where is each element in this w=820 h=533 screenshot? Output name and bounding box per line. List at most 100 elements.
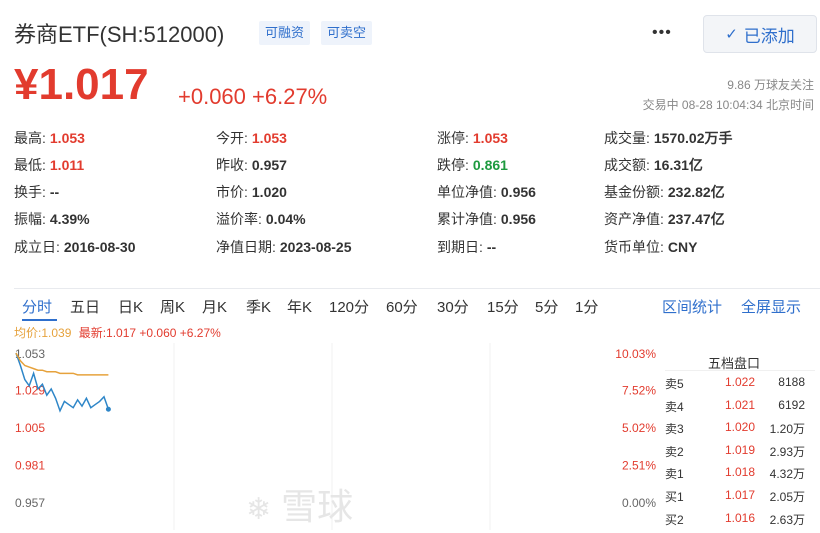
followers-count: 9.86 万球友关注 <box>727 78 814 92</box>
shortable-tag: 可卖空 <box>321 21 373 45</box>
order-book-row: 卖3 1.020 1.20万 <box>665 420 815 442</box>
active-tab-underline <box>22 319 57 321</box>
tab-item[interactable]: 30分 <box>437 296 469 317</box>
stat-value: 2016-08-30 <box>63 239 136 255</box>
order-book-row: 卖2 1.019 2.93万 <box>665 443 815 465</box>
added-watchlist-button[interactable]: ✓ 已添加 <box>703 15 817 53</box>
y-pct-tick-label: 7.52% <box>622 384 656 398</box>
order-book-row: 卖1 1.018 4.32万 <box>665 465 815 487</box>
stat-item: 涨停: 1.053 <box>437 128 508 148</box>
order-book-row: 卖5 1.022 8188 <box>665 375 815 397</box>
y-pct-tick-label: 5.02% <box>622 421 656 435</box>
tab-item[interactable]: 月K <box>202 296 227 317</box>
stat-item: 换手: -- <box>14 182 59 202</box>
stat-item: 累计净值: 0.956 <box>437 209 536 229</box>
tab-item[interactable]: 5分 <box>535 296 558 317</box>
added-label: 已添加 <box>743 26 795 46</box>
order-price: 1.020 <box>724 420 755 435</box>
tab-item[interactable]: 1分 <box>575 296 598 317</box>
order-level: 卖4 <box>665 399 684 414</box>
order-volume: 8188 <box>778 375 805 389</box>
stat-value: -- <box>49 184 60 200</box>
stat-value: 4.39% <box>49 211 90 227</box>
current-price: ¥1.017 <box>14 60 149 109</box>
latest-price-label: 最新:1.017 +0.060 +6.27% <box>78 326 221 340</box>
stat-item: 单位净值: 0.956 <box>437 182 536 202</box>
stat-label: 溢价率: <box>216 211 262 227</box>
order-price: 1.017 <box>724 488 755 502</box>
stat-label: 涨停: <box>437 130 469 146</box>
range-stats-link[interactable]: 区间统计 <box>662 296 722 317</box>
stat-value: 1.053 <box>49 130 85 146</box>
order-level: 卖5 <box>665 377 684 391</box>
check-icon: ✓ <box>725 26 738 43</box>
stat-value: 1.020 <box>251 184 287 200</box>
order-volume: 1.20万 <box>769 422 805 437</box>
y-tick-label: 0.957 <box>15 496 45 510</box>
xueqiu-watermark: ❄ 雪球 <box>246 478 353 530</box>
order-volume: 2.05万 <box>769 490 805 504</box>
stat-item: 基金份额: 232.82亿 <box>604 182 725 202</box>
stat-label: 成交额: <box>604 157 650 173</box>
avg-price-label: 均价:1.039 <box>14 326 72 340</box>
order-book-row: 买2 1.016 2.63万 <box>665 511 815 533</box>
stat-item: 成交量: 1570.02万手 <box>604 128 733 148</box>
tab-item[interactable]: 季K <box>246 296 271 317</box>
order-volume: 2.63万 <box>769 512 805 527</box>
stat-value: 16.31亿 <box>653 157 703 173</box>
stat-value: 1.053 <box>251 130 287 146</box>
stat-value: 1.053 <box>472 130 508 146</box>
stat-item: 货币单位: CNY <box>604 237 697 257</box>
order-price: 1.019 <box>724 442 755 457</box>
order-volume: 4.32万 <box>769 467 805 482</box>
tab-item[interactable]: 日K <box>118 296 143 317</box>
order-volume: 2.93万 <box>769 444 805 459</box>
order-price: 1.021 <box>724 397 755 412</box>
stat-value: 0.04% <box>265 211 306 227</box>
tab-item[interactable]: 分时 <box>22 296 52 317</box>
stat-label: 跌停: <box>437 157 469 173</box>
stat-label: 最高: <box>14 130 46 146</box>
stat-item: 跌停: 0.861 <box>437 155 508 175</box>
stat-label: 单位净值: <box>437 184 497 200</box>
stat-item: 资产净值: 237.47亿 <box>604 209 725 229</box>
stat-value: 2023-08-25 <box>279 239 352 255</box>
order-price: 1.016 <box>724 510 755 525</box>
stat-value: 0.956 <box>500 211 536 227</box>
order-level: 买2 <box>665 512 684 527</box>
y-tick-label: 0.981 <box>15 459 45 473</box>
order-level: 买1 <box>665 490 684 504</box>
order-book-row: 卖4 1.021 6192 <box>665 398 815 420</box>
page-title: 券商ETF(SH:512000) <box>14 22 225 47</box>
stat-label: 净值日期: <box>216 239 276 255</box>
order-price: 1.018 <box>724 465 755 480</box>
y-pct-tick-label: 0.00% <box>622 496 656 510</box>
stat-label: 换手: <box>14 184 46 200</box>
stat-value: 0.956 <box>500 184 536 200</box>
stat-value: 1570.02万手 <box>653 130 733 146</box>
stat-label: 基金份额: <box>604 184 664 200</box>
stat-item: 净值日期: 2023-08-25 <box>216 237 352 257</box>
fullscreen-link[interactable]: 全屏显示 <box>741 296 801 317</box>
price-series-line <box>15 352 110 413</box>
tab-item[interactable]: 五日 <box>70 296 100 317</box>
tab-item[interactable]: 15分 <box>487 296 519 317</box>
stat-item: 到期日: -- <box>437 237 496 257</box>
chart-legend: 均价:1.039 最新:1.017 +0.060 +6.27% <box>14 324 221 341</box>
order-price: 1.022 <box>724 375 755 389</box>
stat-label: 振幅: <box>14 211 46 227</box>
tab-item[interactable]: 年K <box>287 296 312 317</box>
order-level: 卖1 <box>665 467 684 482</box>
snowball-logo-icon: ❄ <box>246 493 272 526</box>
stat-label: 最低: <box>14 157 46 173</box>
stat-item: 市价: 1.020 <box>216 182 287 202</box>
tab-item[interactable]: 周K <box>160 296 185 317</box>
more-button[interactable]: ••• <box>652 24 672 42</box>
stat-label: 今开: <box>216 130 248 146</box>
tab-item[interactable]: 120分 <box>329 296 369 317</box>
tab-item[interactable]: 60分 <box>386 296 418 317</box>
latest-price-point <box>105 406 111 412</box>
y-tick-label: 1.005 <box>15 421 45 435</box>
y-pct-tick-label: 2.51% <box>622 459 656 473</box>
stat-value: 0.861 <box>472 157 508 173</box>
